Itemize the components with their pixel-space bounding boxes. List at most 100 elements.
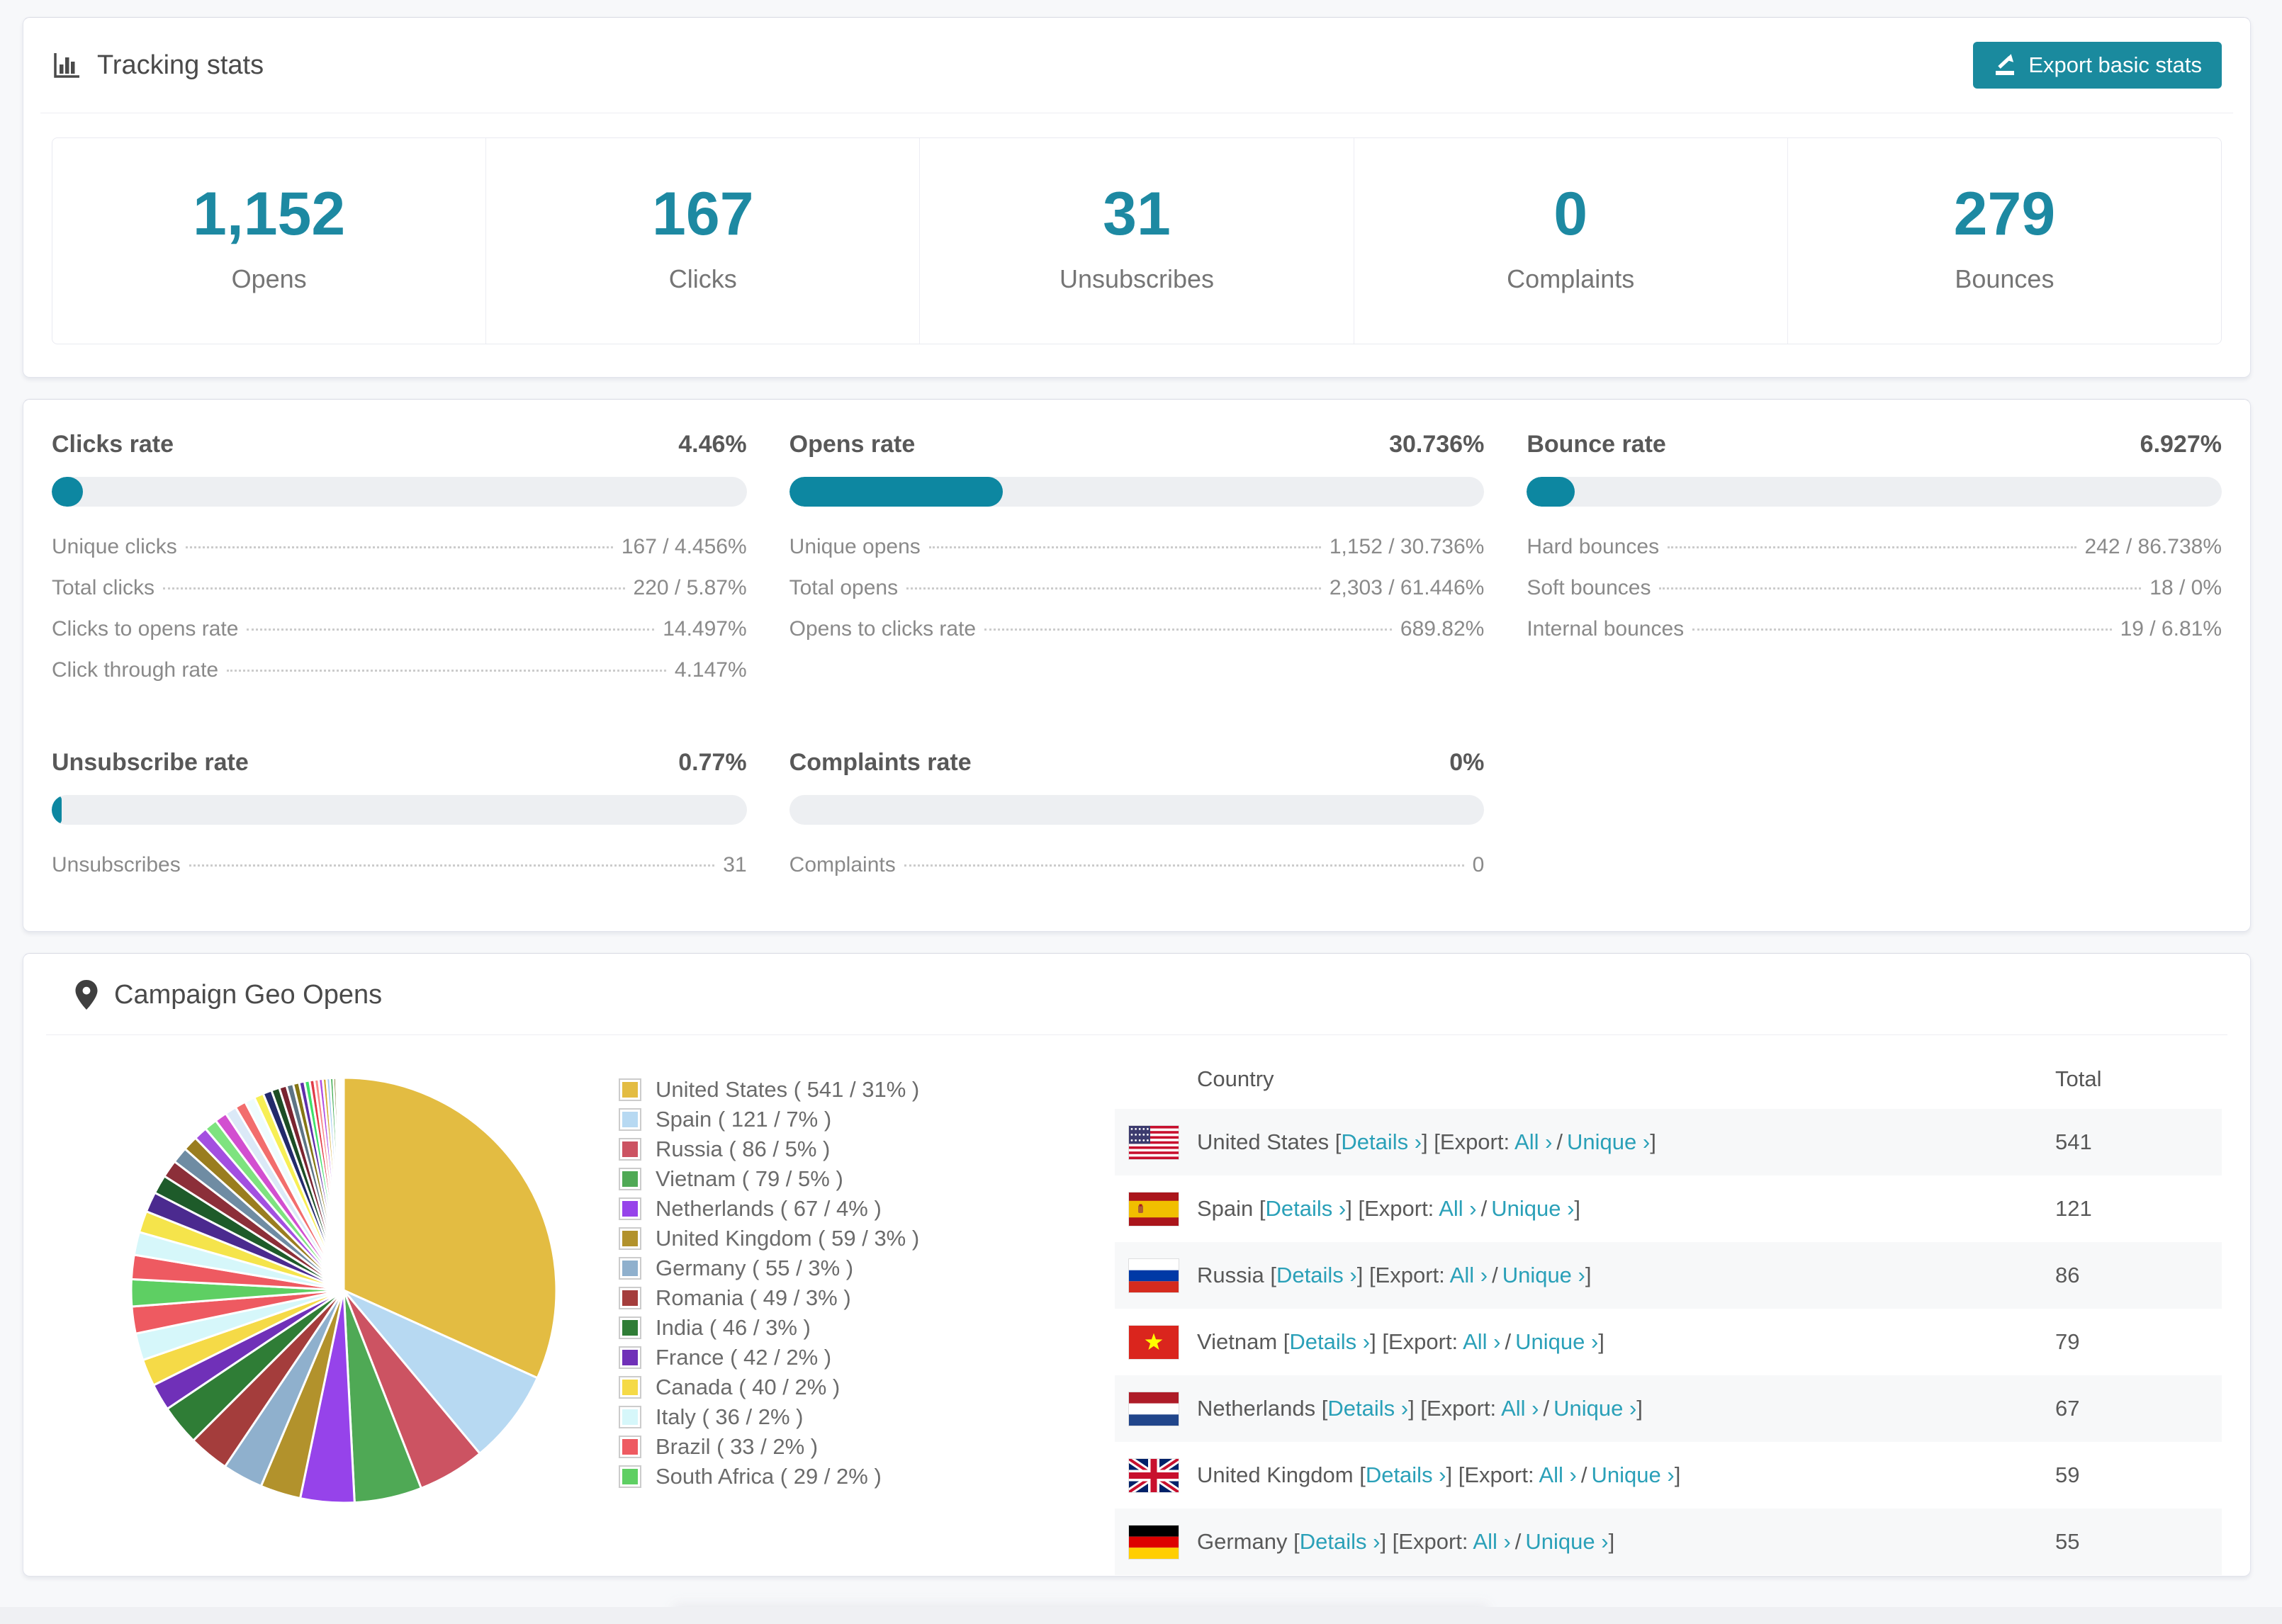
export-unique-link[interactable]: Unique › [1567,1129,1650,1154]
legend-label: Germany ( 55 / 3% ) [656,1256,854,1280]
dotted-leader [984,628,1392,631]
legend-swatch-icon [619,1287,641,1309]
tracking-stats-page: Tracking stats Export basic stats 1,152 … [0,0,2282,1624]
complaints-label: Complaints [1507,264,1635,293]
export-unique-link[interactable]: Unique › [1592,1462,1675,1487]
cards-stack: Tracking stats Export basic stats 1,152 … [23,17,2251,1577]
geo-table-row: Vietnam [Details ›] [Export: All › / Uniqu… [1115,1309,2222,1375]
export-unique-link[interactable]: Unique › [1515,1329,1598,1354]
details-link[interactable]: Details › [1366,1462,1446,1487]
export-unique-link[interactable]: Unique › [1525,1529,1608,1554]
detail-row: Internal bounces 19 / 6.81% [1527,617,2222,641]
legend-label: Netherlands ( 67 / 4% ) [656,1196,882,1221]
export-unique-link[interactable]: Unique › [1491,1196,1574,1221]
flag-de-icon [1129,1525,1179,1559]
clicks-rate-value: 4.46% [678,431,747,458]
legend-item[interactable]: Russia ( 86 / 5% ) [619,1134,1115,1164]
legend-swatch-icon [619,1078,641,1101]
legend-swatch-icon [619,1108,641,1131]
export-basic-stats-button[interactable]: Export basic stats [1973,42,2222,89]
tracking-stats-card: Tracking stats Export basic stats 1,152 … [23,17,2251,378]
legend-item[interactable]: France ( 42 / 2% ) [619,1343,1115,1372]
export-unique-link[interactable]: Unique › [1553,1396,1636,1421]
complaints-rate-value: 0% [1449,749,1485,776]
country-column-header: Country [1197,1066,1274,1091]
dotted-leader [1659,587,2142,590]
geo-table-row: Netherlands [Details ›] [Export: All › / U… [1115,1375,2222,1442]
country-total: 541 [2055,1129,2092,1154]
legend-item[interactable]: Canada ( 40 / 2% ) [619,1372,1115,1402]
opens-rate-value: 30.736% [1389,431,1485,458]
legend-swatch-icon [619,1346,641,1369]
details-link[interactable]: Details › [1300,1529,1381,1554]
bounce-rate-progressbar [1527,477,2222,507]
clicks-rate-progressbar [52,477,747,507]
legend-label: India ( 46 / 3% ) [656,1315,811,1340]
geo-pie-chart[interactable] [117,1064,570,1517]
detail-row: Total clicks 220 / 5.87% [52,576,747,599]
unsubscribe-rate-value: 0.77% [678,749,747,776]
legend-label: Canada ( 40 / 2% ) [656,1375,841,1399]
details-link[interactable]: Details › [1289,1329,1370,1354]
export-all-link[interactable]: All › [1439,1196,1476,1221]
export-all-link[interactable]: All › [1501,1396,1539,1421]
dotted-leader [247,628,655,631]
bar-chart-icon [52,50,82,80]
stat-complaints: 0 Complaints [1354,138,1788,344]
clicks-rate-block: Clicks rate 4.46% Unique clicks 167 / 4.4… [52,431,747,699]
legend-swatch-icon [619,1197,641,1220]
legend-label: Italy ( 36 / 2% ) [656,1404,804,1429]
opens-rate-progress-fill [789,477,1004,507]
legend-item[interactable]: United Kingdom ( 59 / 3% ) [619,1224,1115,1253]
legend-label: Russia ( 86 / 5% ) [656,1137,831,1161]
legend-label: United States ( 541 / 31% ) [656,1077,920,1102]
stat-unsubscribes: 31 Unsubscribes [920,138,1354,344]
opens-rate-progressbar [789,477,1485,507]
geo-table-row: United Kingdom [Details ›] [Export: All … [1115,1442,2222,1509]
export-all-link[interactable]: All › [1539,1462,1576,1487]
details-link[interactable]: Details › [1327,1396,1408,1421]
legend-item[interactable]: Romania ( 49 / 3% ) [619,1283,1115,1313]
legend-item[interactable]: United States ( 541 / 31% ) [619,1075,1115,1105]
pie-slice[interactable] [342,1076,345,1292]
detail-row: Clicks to opens rate 14.497% [52,617,747,641]
dotted-leader [904,864,1464,867]
rates-card: Clicks rate 4.46% Unique clicks 167 / 4.4… [23,399,2251,932]
legend-item[interactable]: South Africa ( 29 / 2% ) [619,1462,1115,1492]
export-all-link[interactable]: All › [1450,1263,1488,1287]
country-total: 79 [2055,1329,2080,1354]
legend-item[interactable]: Spain ( 121 / 7% ) [619,1105,1115,1134]
legend-swatch-icon [619,1406,641,1428]
page-title: Tracking stats [97,50,264,80]
legend-swatch-icon [619,1465,641,1488]
export-all-link[interactable]: All › [1473,1529,1510,1554]
geo-table-row: Russia [Details ›] [Export: All › / Unique… [1115,1242,2222,1309]
legend-item[interactable]: Vietnam ( 79 / 5% ) [619,1164,1115,1194]
stat-opens: 1,152 Opens [52,138,487,344]
dotted-leader [928,546,1321,548]
legend-item[interactable]: Brazil ( 33 / 2% ) [619,1432,1115,1462]
legend-swatch-icon [619,1257,641,1280]
dotted-leader [185,546,613,548]
export-all-link[interactable]: All › [1514,1129,1552,1154]
legend-item[interactable]: India ( 46 / 3% ) [619,1313,1115,1343]
clicks-rate-progress-fill [52,477,83,507]
geo-table-row: Spain [Details ›] [Export: All › / Unique … [1115,1175,2222,1242]
clicks-value: 167 [652,180,754,248]
opens-rate-block: Opens rate 30.736% Unique opens 1,152 / 3… [789,431,1485,699]
geo-table-rows: United States [Details ›] [Export: All ›… [1115,1109,2222,1575]
details-link[interactable]: Details › [1266,1196,1347,1221]
map-pin-icon [74,979,99,1010]
dotted-leader [189,864,715,867]
legend-item[interactable]: Italy ( 36 / 2% ) [619,1402,1115,1432]
legend-item[interactable]: Germany ( 55 / 3% ) [619,1253,1115,1283]
geo-table: Country Total United States [Details ›] … [1115,1049,2222,1575]
export-all-link[interactable]: All › [1463,1329,1500,1354]
details-link[interactable]: Details › [1341,1129,1422,1154]
export-unique-link[interactable]: Unique › [1502,1263,1585,1287]
legend-item[interactable]: Netherlands ( 67 / 4% ) [619,1194,1115,1224]
detail-row: Complaints 0 [789,853,1485,876]
details-link[interactable]: Details › [1276,1263,1357,1287]
detail-row: Unique opens 1,152 / 30.736% [789,535,1485,558]
country-total: 55 [2055,1529,2080,1554]
